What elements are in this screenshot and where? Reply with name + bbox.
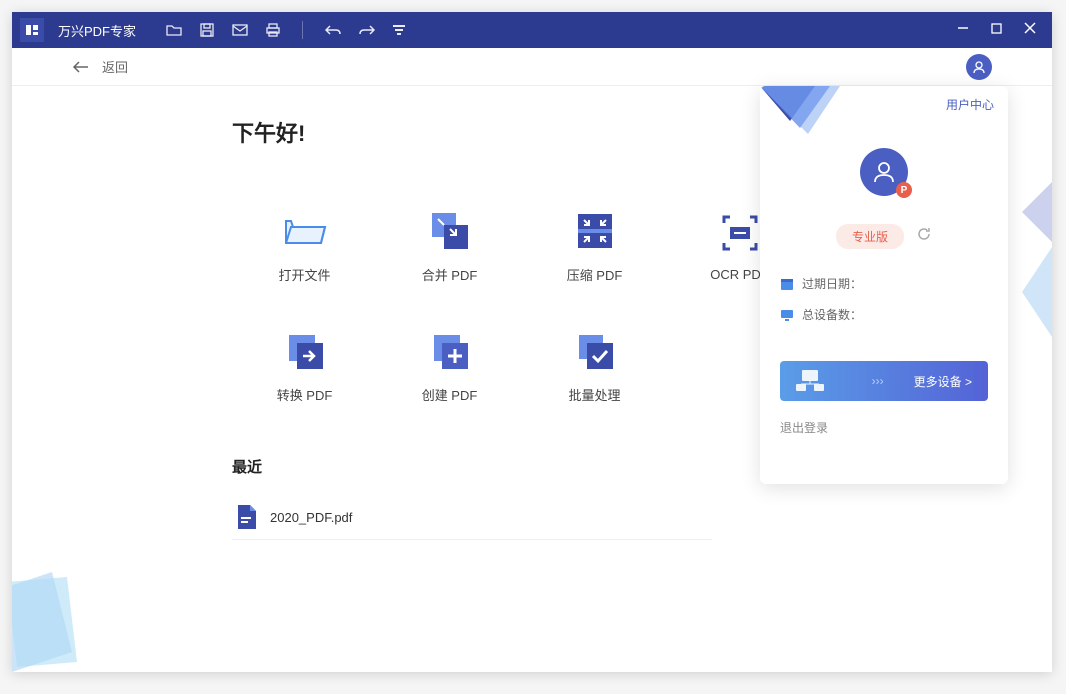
devices-label: 总设备数： xyxy=(802,306,862,323)
window-controls xyxy=(957,21,1044,39)
create-icon xyxy=(428,329,472,373)
action-label: 合并 PDF xyxy=(422,265,478,284)
action-label: 压缩 PDF xyxy=(567,265,623,284)
logout-link[interactable]: 退出登录 xyxy=(760,401,1008,436)
batch-icon xyxy=(573,329,617,373)
convert-icon xyxy=(283,329,327,373)
action-compress-pdf[interactable]: 压缩 PDF xyxy=(522,186,667,306)
compress-icon xyxy=(573,209,617,253)
action-merge-pdf[interactable]: 合并 PDF xyxy=(377,186,522,306)
save-icon[interactable] xyxy=(200,21,214,39)
back-button[interactable]: 返回 xyxy=(72,57,128,76)
redo-icon[interactable] xyxy=(359,21,375,39)
more-devices-label: 更多设备 > xyxy=(914,373,972,390)
action-open-file[interactable]: 打开文件 xyxy=(232,186,377,306)
user-icon xyxy=(872,160,896,184)
app-title: 万兴PDF专家 xyxy=(58,21,136,40)
more-devices-button[interactable]: ››› 更多设备 > xyxy=(780,361,988,401)
panel-header: 用户中心 xyxy=(760,86,1008,122)
decoration-stripe-icon xyxy=(1022,172,1052,392)
action-label: 批量处理 xyxy=(568,385,620,404)
greeting-heading: 下午好! xyxy=(232,116,832,148)
menu-icon[interactable] xyxy=(393,21,405,39)
panel-avatar: P xyxy=(860,148,908,196)
subheader: 返回 xyxy=(12,48,1052,86)
open-folder-icon[interactable] xyxy=(166,21,182,39)
user-avatar-button[interactable] xyxy=(966,54,992,80)
undo-icon[interactable] xyxy=(325,21,341,39)
folder-open-icon xyxy=(283,209,327,253)
expire-label: 过期日期： xyxy=(802,275,862,292)
decoration-papers-icon xyxy=(12,552,102,672)
app-logo xyxy=(20,18,44,42)
action-create-pdf[interactable]: 创建 PDF xyxy=(377,306,522,426)
monitor-icon xyxy=(780,309,794,321)
action-batch-process[interactable]: 批量处理 xyxy=(522,306,667,426)
pro-label-badge: 专业版 xyxy=(836,224,904,249)
action-convert-pdf[interactable]: 转换 PDF xyxy=(232,306,377,426)
pro-badge-icon: P xyxy=(896,182,912,198)
panel-badges: 专业版 xyxy=(760,224,1008,249)
titlebar: 万兴PDF专家 xyxy=(12,12,1052,48)
panel-info: 过期日期： 总设备数： xyxy=(760,249,1008,349)
recent-file-item[interactable]: 2020_PDF.pdf xyxy=(232,495,712,540)
print-icon[interactable] xyxy=(266,21,280,39)
divider xyxy=(302,21,303,39)
calendar-icon xyxy=(780,277,794,291)
ocr-icon xyxy=(718,211,762,255)
user-panel: 用户中心 P 专业版 过期日期： 总设备数： ››› 更多设备 > 退出登录 xyxy=(760,86,1008,484)
action-label: 打开文件 xyxy=(278,265,330,284)
titlebar-tools xyxy=(166,21,405,39)
recent-heading: 最近 xyxy=(232,456,832,477)
minimize-icon[interactable] xyxy=(957,21,969,39)
action-label: 转换 PDF xyxy=(277,385,333,404)
recent-section: 最近 2020_PDF.pdf xyxy=(232,456,832,540)
expire-row: 过期日期： xyxy=(780,275,988,292)
panel-decoration-icon xyxy=(760,86,840,136)
action-grid: 打开文件 合并 PDF 压缩 PDF OCR PDF xyxy=(232,186,852,426)
arrow-left-icon xyxy=(72,60,90,74)
action-label: 创建 PDF xyxy=(422,385,478,404)
merge-icon xyxy=(428,209,472,253)
devices-row: 总设备数： xyxy=(780,306,988,323)
maximize-icon[interactable] xyxy=(991,21,1002,39)
pdf-file-icon xyxy=(236,505,256,529)
refresh-icon[interactable] xyxy=(916,226,932,247)
mail-icon[interactable] xyxy=(232,21,248,39)
recent-filename: 2020_PDF.pdf xyxy=(270,510,352,525)
devices-icon xyxy=(796,370,824,392)
user-center-link[interactable]: 用户中心 xyxy=(946,96,994,113)
back-label: 返回 xyxy=(102,57,128,76)
app-window: 万兴PDF专家 返回 下午好! xyxy=(12,12,1052,672)
close-icon[interactable] xyxy=(1024,21,1036,39)
